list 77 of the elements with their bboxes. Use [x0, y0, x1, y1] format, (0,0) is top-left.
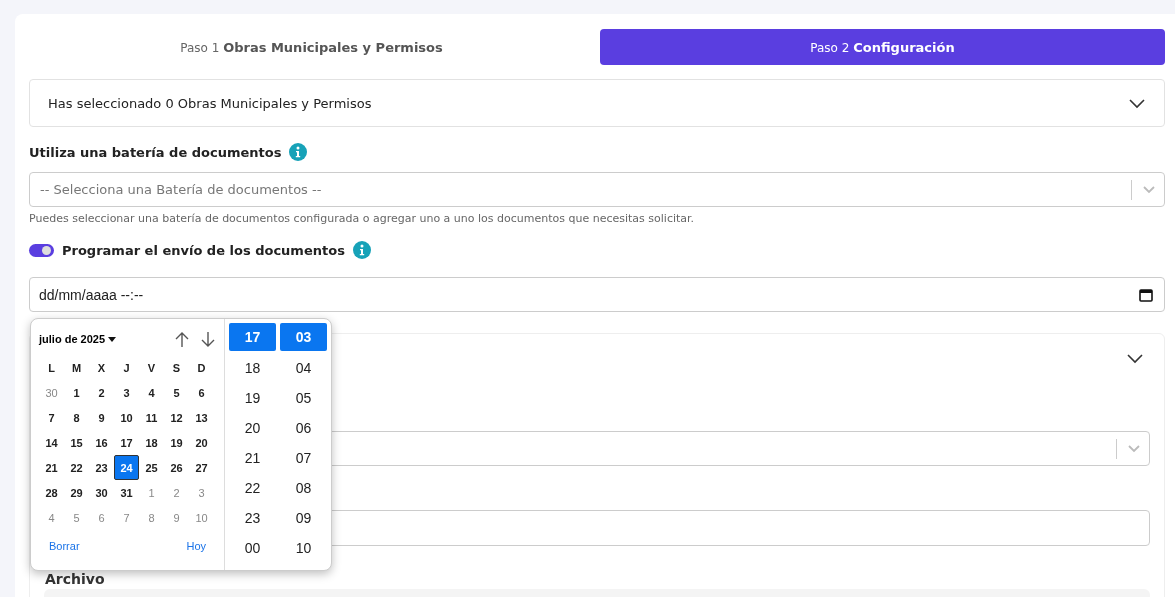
- day-cell[interactable]: 27: [189, 455, 214, 480]
- day-cell[interactable]: 17: [114, 430, 139, 455]
- time-option[interactable]: 03: [280, 323, 327, 351]
- time-option[interactable]: 20: [229, 413, 276, 443]
- day-cell[interactable]: 29: [64, 480, 89, 505]
- day-cell[interactable]: 12: [164, 405, 189, 430]
- field-label: Utiliza una batería de documentos: [29, 144, 282, 160]
- time-option[interactable]: 09: [280, 503, 327, 533]
- weekday-label: D: [196, 360, 207, 376]
- battery-select[interactable]: -- Selecciona una Batería de documentos --: [29, 172, 1165, 207]
- help-text: Puedes seleccionar una batería de documentos configurada o agregar uno a uno los documentos que necesitas solicitar.: [29, 212, 696, 225]
- weekday-label: L: [47, 360, 56, 376]
- day-cell[interactable]: 4: [139, 380, 164, 405]
- day-cell[interactable]: 19: [164, 430, 189, 455]
- day-cell[interactable]: 24: [114, 455, 139, 480]
- time-option[interactable]: 22: [229, 473, 276, 503]
- month-dropdown[interactable]: julio de 2025: [39, 333, 117, 345]
- day-cell[interactable]: 7: [114, 505, 139, 530]
- day-cell[interactable]: 5: [64, 505, 89, 530]
- day-cell[interactable]: 15: [64, 430, 89, 455]
- day-cell[interactable]: 2: [164, 480, 189, 505]
- day-cell[interactable]: 13: [189, 405, 214, 430]
- day-cell[interactable]: 4: [39, 505, 64, 530]
- time-option[interactable]: 23: [229, 503, 276, 533]
- weekday-label: M: [70, 360, 83, 376]
- day-cell[interactable]: 7: [39, 405, 64, 430]
- day-cell[interactable]: 20: [189, 430, 214, 455]
- day-cell[interactable]: 9: [164, 505, 189, 530]
- day-cell[interactable]: 9: [89, 405, 114, 430]
- time-option[interactable]: 05: [280, 383, 327, 413]
- day-cell[interactable]: 10: [114, 405, 139, 430]
- day-cell[interactable]: 31: [114, 480, 139, 505]
- day-cell[interactable]: 5: [164, 380, 189, 405]
- day-cell[interactable]: 14: [39, 430, 64, 455]
- time-option[interactable]: 19: [229, 383, 276, 413]
- day-cell[interactable]: 26: [164, 455, 189, 480]
- day-cell[interactable]: 6: [189, 380, 214, 405]
- accordion-header[interactable]: Has seleccionado 0 Obras Municipales y Permisos: [29, 79, 1165, 127]
- time-option[interactable]: 00: [229, 533, 276, 563]
- day-cell[interactable]: 25: [139, 455, 164, 480]
- day-cell[interactable]: 28: [39, 480, 64, 505]
- day-cell[interactable]: 21: [39, 455, 64, 480]
- time-option[interactable]: 17: [229, 323, 276, 351]
- day-cell[interactable]: 22: [64, 455, 89, 480]
- day-cell[interactable]: 8: [64, 405, 89, 430]
- day-cell[interactable]: 30: [39, 380, 64, 405]
- weekday-label: J: [122, 360, 131, 376]
- field-label: Archivo: [44, 571, 106, 587]
- day-cell[interactable]: 1: [64, 380, 89, 405]
- day-cell[interactable]: 8: [139, 505, 164, 530]
- date-input-field[interactable]: dd/mm/aaaa --:--: [29, 277, 1165, 312]
- clear-button[interactable]: Borrar: [49, 540, 80, 552]
- day-cell[interactable]: 1: [139, 480, 164, 505]
- day-cell[interactable]: 3: [114, 380, 139, 405]
- step-tab[interactable]: Paso 1 Obras Municipales y Permisos: [29, 29, 594, 65]
- step-tab[interactable]: Paso 2 Configuración: [600, 29, 1165, 65]
- time-option[interactable]: 07: [280, 443, 327, 473]
- time-option[interactable]: 10: [280, 533, 327, 563]
- field-label: Programar el envío de los documentos: [62, 242, 345, 258]
- weekday-label: X: [96, 360, 107, 376]
- weekday-label: V: [146, 360, 157, 376]
- day-cell[interactable]: 11: [139, 405, 164, 430]
- day-cell[interactable]: 23: [89, 455, 114, 480]
- time-option[interactable]: 08: [280, 473, 327, 503]
- today-button[interactable]: Hoy: [186, 540, 206, 552]
- day-cell[interactable]: 30: [89, 480, 114, 505]
- time-option[interactable]: 06: [280, 413, 327, 443]
- day-cell[interactable]: 3: [189, 480, 214, 505]
- time-option[interactable]: 18: [229, 353, 276, 383]
- weekday-label: S: [171, 360, 182, 376]
- time-option[interactable]: 21: [229, 443, 276, 473]
- day-cell[interactable]: 10: [189, 505, 214, 530]
- day-cell[interactable]: 18: [139, 430, 164, 455]
- day-cell[interactable]: 6: [89, 505, 114, 530]
- day-cell[interactable]: 2: [89, 380, 114, 405]
- time-option[interactable]: 04: [280, 353, 327, 383]
- day-cell[interactable]: 16: [89, 430, 114, 455]
